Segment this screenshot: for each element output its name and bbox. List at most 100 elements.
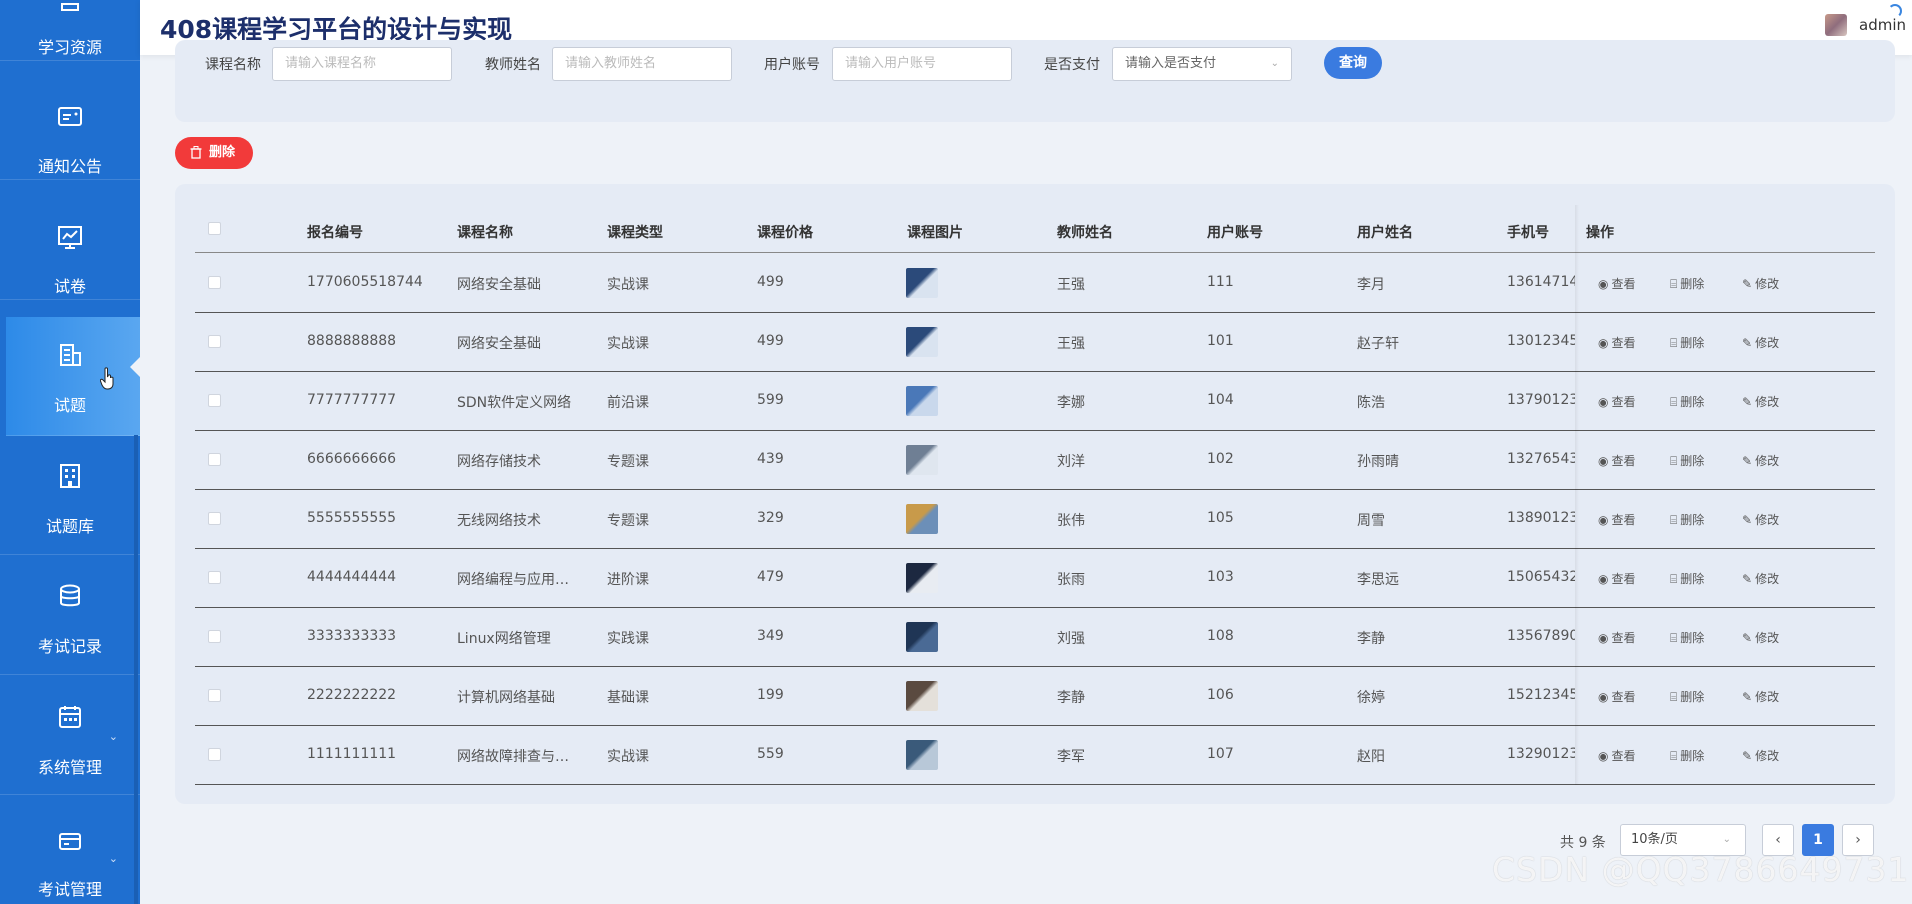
sidebar-item-questions[interactable]: 试题: [6, 317, 140, 436]
view-label: 查看: [1611, 513, 1636, 527]
view-button[interactable]: ◉ 查看: [1598, 511, 1636, 528]
edit-button[interactable]: ✎ 修改: [1742, 275, 1779, 292]
delete-button[interactable]: ⌸ 删除: [1670, 393, 1704, 410]
course-thumbnail[interactable]: [906, 563, 938, 593]
edit-icon: ✎: [1742, 277, 1753, 291]
active-indicator: [130, 357, 140, 377]
calendar-icon: [59, 706, 81, 728]
username[interactable]: admin: [1859, 16, 1906, 34]
delete-button[interactable]: ⌸ 删除: [1670, 747, 1704, 764]
sidebar-item-exam-records[interactable]: 考试记录: [0, 556, 140, 675]
paid-status-select[interactable]: 请输入是否支付 ⌄: [1112, 47, 1292, 81]
batch-delete-label: 删除: [209, 145, 236, 160]
table-row[interactable]: 1111111111 网络故障排查与… 实战课 559 李军 107 赵阳 132901234…: [195, 726, 1875, 785]
cell-id: 1770605518744: [307, 274, 423, 290]
edit-button[interactable]: ✎ 修改: [1742, 747, 1779, 764]
row-checkbox[interactable]: [208, 630, 221, 643]
view-button[interactable]: ◉ 查看: [1598, 570, 1636, 587]
table-row[interactable]: 3333333333 Linux网络管理 实践课 349 刘强 108 李静 13567890…: [195, 608, 1875, 667]
table-row[interactable]: 4444444444 网络编程与应用… 进阶课 479 张雨 103 李思远 15065432…: [195, 549, 1875, 608]
sidebar-item-notices[interactable]: 通知公告: [0, 61, 140, 180]
select-all-checkbox[interactable]: [208, 222, 221, 235]
edit-button[interactable]: ✎ 修改: [1742, 570, 1779, 587]
course-thumbnail[interactable]: [906, 268, 938, 298]
course-thumbnail[interactable]: [906, 681, 938, 711]
sidebar-item-exam-management[interactable]: 考试管理 ⌄: [0, 800, 140, 904]
row-checkbox[interactable]: [208, 394, 221, 407]
table-row[interactable]: 1770605518744 网络安全基础 实战课 499 王强 111 李月 13614714…: [195, 254, 1875, 313]
table-row[interactable]: 8888888888 网络安全基础 实战课 499 王强 101 赵子轩 130123456 ◉…: [195, 313, 1875, 372]
row-checkbox[interactable]: [208, 335, 221, 348]
course-name-input[interactable]: 请输入课程名称: [272, 47, 452, 81]
view-button[interactable]: ◉ 查看: [1598, 334, 1636, 351]
cell-name: 孙雨晴: [1357, 454, 1399, 470]
row-checkbox[interactable]: [208, 453, 221, 466]
course-thumbnail[interactable]: [906, 622, 938, 652]
row-checkbox[interactable]: [208, 512, 221, 525]
course-thumbnail[interactable]: [906, 386, 938, 416]
course-thumbnail[interactable]: [906, 504, 938, 534]
cell-account: 104: [1207, 392, 1234, 408]
sidebar-item-system-management[interactable]: 系统管理 ⌄: [0, 676, 140, 795]
cell-teacher: 刘强: [1057, 631, 1085, 647]
table-row[interactable]: 7777777777 SDN软件定义网络 前沿课 599 李娜 104 陈浩 13790123…: [195, 372, 1875, 431]
cell-price: 349: [757, 628, 784, 644]
delete-button[interactable]: ⌸ 删除: [1670, 334, 1704, 351]
cell-account: 108: [1207, 628, 1234, 644]
course-thumbnail[interactable]: [906, 445, 938, 475]
col-header: 课程价格: [757, 225, 813, 241]
chevron-down-icon: ⌄: [108, 730, 118, 743]
edit-button[interactable]: ✎ 修改: [1742, 452, 1779, 469]
user-account-input[interactable]: 请输入用户账号: [832, 47, 1012, 81]
edit-button[interactable]: ✎ 修改: [1742, 334, 1779, 351]
row-checkbox[interactable]: [208, 276, 221, 289]
col-header: 手机号: [1507, 225, 1549, 241]
view-button[interactable]: ◉ 查看: [1598, 393, 1636, 410]
sidebar-item-question-bank[interactable]: 试题库: [0, 436, 140, 555]
edit-button[interactable]: ✎ 修改: [1742, 393, 1779, 410]
view-button[interactable]: ◉ 查看: [1598, 629, 1636, 646]
delete-button[interactable]: ⌸ 删除: [1670, 511, 1704, 528]
table-row[interactable]: 6666666666 网络存储技术 专题课 439 刘洋 102 孙雨晴 132765432 ◉…: [195, 431, 1875, 490]
edit-button[interactable]: ✎ 修改: [1742, 688, 1779, 705]
eye-icon: ◉: [1598, 690, 1609, 704]
sidebar: 学习资源 通知公告 试卷 试题 试题库 考试记录 系统管理 ⌄ 考试管理 ⌄: [0, 0, 140, 904]
cell-name: 李静: [1357, 631, 1385, 647]
cell-teacher: 李娜: [1057, 395, 1085, 411]
view-button[interactable]: ◉ 查看: [1598, 452, 1636, 469]
delete-button[interactable]: ⌸ 删除: [1670, 275, 1704, 292]
query-button[interactable]: 查询: [1324, 47, 1382, 79]
delete-label: 删除: [1680, 749, 1705, 763]
row-checkbox[interactable]: [208, 689, 221, 702]
edit-button[interactable]: ✎ 修改: [1742, 629, 1779, 646]
row-checkbox[interactable]: [208, 571, 221, 584]
cell-account: 107: [1207, 746, 1234, 762]
table-row[interactable]: 2222222222 计算机网络基础 基础课 199 李静 106 徐婷 152123456 ◉…: [195, 667, 1875, 726]
cell-type: 专题课: [607, 454, 649, 470]
notice-icon: [58, 107, 82, 126]
sidebar-scrollbar[interactable]: [134, 435, 138, 904]
edit-button[interactable]: ✎ 修改: [1742, 511, 1779, 528]
course-thumbnail[interactable]: [906, 327, 938, 357]
delete-button[interactable]: ⌸ 删除: [1670, 570, 1704, 587]
sidebar-item-learning-resources[interactable]: 学习资源: [0, 0, 140, 61]
delete-button[interactable]: ⌸ 删除: [1670, 452, 1704, 469]
col-header: 课程名称: [457, 225, 513, 241]
cell-type: 实战课: [607, 336, 649, 352]
view-button[interactable]: ◉ 查看: [1598, 275, 1636, 292]
row-checkbox[interactable]: [208, 748, 221, 761]
cell-account: 105: [1207, 510, 1234, 526]
sidebar-item-exam-papers[interactable]: 试卷: [0, 181, 140, 300]
batch-delete-button[interactable]: 删除: [175, 137, 253, 169]
delete-button[interactable]: ⌸ 删除: [1670, 629, 1704, 646]
delete-button[interactable]: ⌸ 删除: [1670, 688, 1704, 705]
view-button[interactable]: ◉ 查看: [1598, 747, 1636, 764]
cell-price: 599: [757, 392, 784, 408]
cell-price: 559: [757, 746, 784, 762]
teacher-name-input[interactable]: 请输入教师姓名: [552, 47, 732, 81]
view-label: 查看: [1611, 454, 1636, 468]
view-button[interactable]: ◉ 查看: [1598, 688, 1636, 705]
table-row[interactable]: 5555555555 无线网络技术 专题课 329 张伟 105 周雪 138901234 ◉查…: [195, 490, 1875, 549]
avatar[interactable]: [1825, 14, 1847, 36]
course-thumbnail[interactable]: [906, 740, 938, 770]
